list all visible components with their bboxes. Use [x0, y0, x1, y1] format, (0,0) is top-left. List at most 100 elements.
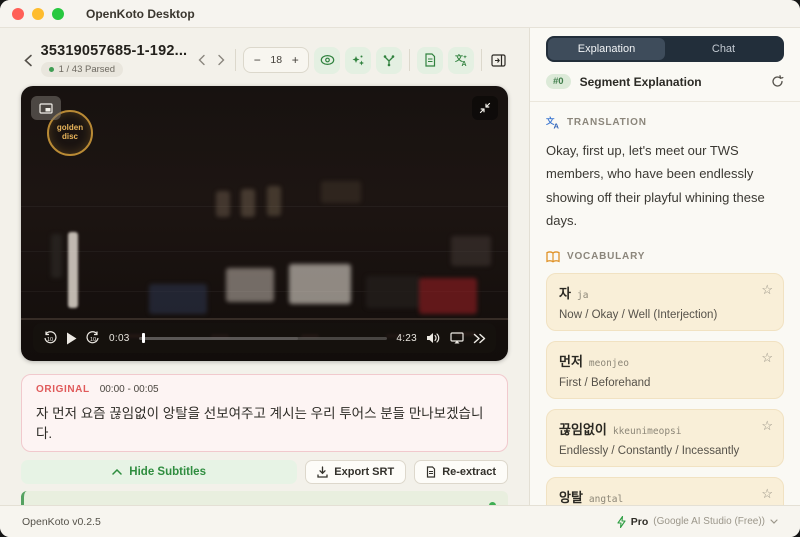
download-icon	[317, 466, 328, 478]
document-title-block: 35319057685-1-192... 1 / 43 Parsed	[40, 43, 188, 77]
plan-label: Pro	[630, 515, 649, 528]
toolbar-divider	[409, 49, 410, 71]
original-subtitle-box: ORIGINAL 00:00 - 00:05 자 먼저 요즘 끊임없이 앙탈을 …	[21, 374, 508, 452]
vocab-card[interactable]: 앙탈angtal Playful whining / Grumbling / C…	[546, 476, 784, 505]
model-selector[interactable]: Pro (Google AI Studio (Free))	[617, 515, 778, 528]
tab-chat[interactable]: Chat	[665, 38, 782, 60]
refresh-explanation-button[interactable]	[771, 75, 784, 88]
display-button[interactable]	[450, 332, 464, 344]
current-time: 0:03	[109, 332, 130, 344]
sparkles-icon	[352, 55, 365, 65]
provider-label: (Google AI Studio (Free))	[653, 516, 765, 527]
shrink-button[interactable]	[472, 96, 498, 120]
segment-number-badge: #0	[546, 74, 571, 89]
playback-speed-button[interactable]	[473, 333, 486, 344]
original-label: ORIGINAL	[36, 384, 90, 395]
export-srt-button[interactable]: Export SRT	[305, 460, 407, 484]
font-size-decrease-button[interactable]: −	[248, 53, 266, 67]
next-segment-button[interactable]	[214, 48, 229, 72]
double-chevron-right-icon	[473, 333, 486, 343]
vocab-word: 먼저	[559, 353, 583, 369]
star-icon[interactable]: ☆	[761, 350, 773, 366]
stage-edge	[21, 318, 508, 320]
original-text: 자 먼저 요즘 끊임없이 앙탈을 선보여주고 계시는 우리 투어스 분들 만나보…	[36, 406, 484, 441]
volume-button[interactable]	[426, 332, 441, 344]
toggle-visibility-button[interactable]	[314, 46, 341, 74]
ai-explain-button[interactable]	[345, 46, 372, 74]
branch-button[interactable]	[376, 46, 403, 74]
window-title: OpenKoto Desktop	[86, 6, 195, 21]
star-icon[interactable]: ☆	[761, 486, 773, 502]
vocab-word: 자	[559, 285, 571, 301]
vocab-card[interactable]: 먼저 meonjeo First / Beforehand ☆	[546, 340, 784, 399]
explanation-content[interactable]: 文A TRANSLATION Okay, first up, let's mee…	[530, 102, 800, 505]
picture-in-picture-icon	[39, 102, 53, 114]
app-window: OpenKoto Desktop 35319057685-1-192... 1 …	[0, 0, 800, 537]
active-indicator-dot	[489, 502, 496, 505]
document-icon	[425, 53, 435, 67]
vocab-meaning: Endlessly / Constantly / Incessantly	[559, 444, 740, 457]
play-button[interactable]	[66, 332, 77, 345]
parse-status-badge: 1 / 43 Parsed	[40, 62, 124, 77]
status-bar: OpenKoto v0.2.5 Pro (Google AI Studio (F…	[0, 505, 800, 537]
seek-bar[interactable]	[138, 333, 388, 343]
vocab-romanization: kkeunimeopsi	[612, 425, 682, 437]
document-view-button[interactable]	[416, 46, 443, 74]
video-player[interactable]: golden disc 10 10 0:03 4:23	[21, 86, 508, 361]
toggle-right-panel-button[interactable]	[489, 47, 508, 74]
main-area: 35319057685-1-192... 1 / 43 Parsed − 18 …	[0, 28, 800, 505]
video-controls: 10 10 0:03 4:23	[33, 323, 496, 353]
segment-title: Segment Explanation	[579, 74, 702, 89]
star-icon[interactable]: ☆	[761, 282, 773, 298]
vocab-romanization: ja	[576, 289, 589, 301]
font-size-increase-button[interactable]: +	[286, 53, 304, 67]
hide-subtitles-button[interactable]: Hide Subtitles	[21, 460, 298, 484]
re-extract-button[interactable]: Re-extract	[414, 460, 508, 484]
svg-text:A: A	[554, 122, 560, 130]
panel-right-icon	[491, 53, 506, 67]
vocab-card[interactable]: 자 ja Now / Okay / Well (Interjection) ☆	[546, 272, 784, 331]
airplay-icon	[450, 332, 464, 344]
prev-segment-button[interactable]	[194, 48, 209, 72]
star-icon[interactable]: ☆	[761, 418, 773, 434]
left-toolbar: 35319057685-1-192... 1 / 43 Parsed − 18 …	[21, 34, 508, 86]
right-panel: Explanation Chat #0 Segment Explanation …	[529, 28, 800, 505]
subtitle-list-item[interactable]: 00:00 자 먼저 요즘 끊임없이 앙탈을 선보여주고 계시는 우리 투어스 …	[21, 491, 508, 505]
play-icon	[67, 332, 77, 344]
close-window-button[interactable]	[12, 7, 24, 20]
status-dot-icon	[48, 67, 54, 72]
minimize-window-button[interactable]	[32, 7, 44, 20]
vocab-card[interactable]: 끊임없이 kkeunimeopsi Endlessly / Constantly …	[546, 408, 784, 467]
original-time-range: 00:00 - 00:05	[99, 384, 159, 395]
book-icon	[546, 250, 560, 263]
chevron-left-icon	[198, 54, 205, 66]
rewind-10-icon: 10	[44, 331, 57, 344]
chevron-right-icon	[218, 54, 225, 66]
rewind-10-button[interactable]: 10	[43, 331, 57, 345]
segment-header: #0 Segment Explanation	[530, 62, 800, 102]
translation-text: Okay, first up, let's meet our TWS membe…	[546, 143, 765, 229]
collapse-icon	[479, 102, 491, 114]
eye-icon	[320, 54, 335, 66]
video-frame	[21, 86, 508, 361]
translate-button[interactable]: 文A	[447, 46, 474, 74]
translation-heading: TRANSLATION	[567, 117, 647, 128]
zoom-window-button[interactable]	[52, 7, 64, 20]
document-icon	[427, 466, 436, 478]
vocabulary-heading: VOCABULARY	[567, 251, 646, 263]
refresh-icon	[772, 75, 784, 87]
playhead[interactable]	[142, 333, 146, 343]
forward-10-button[interactable]: 10	[86, 331, 100, 345]
pip-button[interactable]	[31, 96, 61, 120]
vocabulary-section-header: VOCABULARY	[546, 250, 784, 263]
subtitle-text: 자 먼저 요즘 끊임없이 앙탈을 선보여주고 계시는 우리 투어스 분들 만나보…	[76, 503, 471, 505]
vocab-meaning: First / Beforehand	[559, 376, 651, 389]
vocab-romanization: meonjeo	[588, 357, 629, 369]
back-button[interactable]	[21, 48, 36, 72]
svg-text:10: 10	[90, 337, 96, 343]
forward-10-icon: 10	[86, 331, 99, 344]
left-panel: 35319057685-1-192... 1 / 43 Parsed − 18 …	[0, 28, 529, 505]
document-title: 35319057685-1-192...	[40, 43, 188, 59]
titlebar: OpenKoto Desktop	[0, 0, 800, 28]
tab-explanation[interactable]: Explanation	[548, 38, 665, 60]
